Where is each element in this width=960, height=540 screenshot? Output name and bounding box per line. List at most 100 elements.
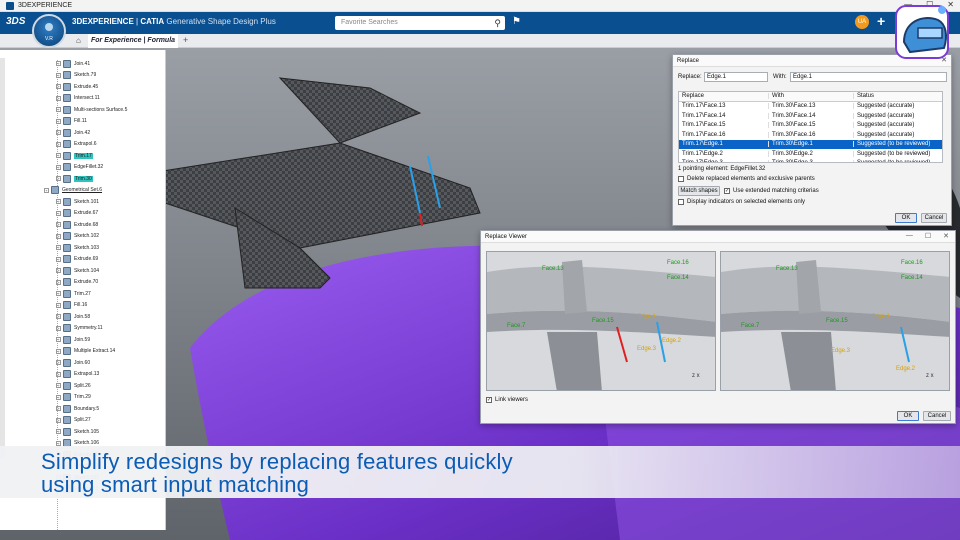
expand-icon[interactable]: + [56,233,61,239]
table-row[interactable]: Trim.17\Edge.3Trim.30\Edge.3Suggested (t… [679,159,942,162]
replace-field[interactable]: Edge.1 [704,72,768,82]
tree-item[interactable]: + Extrapol.13 [56,369,99,381]
expand-icon[interactable]: + [56,406,61,412]
column-header[interactable]: Replace [679,93,769,100]
checkbox-box[interactable] [678,199,684,205]
expand-icon[interactable]: + [56,291,61,297]
expand-icon[interactable]: + [56,245,61,251]
tree-item[interactable]: + Trim.29 [56,392,91,404]
tree-item[interactable]: + Extrude.67 [56,208,98,220]
tree-item[interactable]: + Split.27 [56,415,91,427]
table-row[interactable]: Trim.17\Face.16 Trim.30\Face.16 Suggested … [679,130,942,140]
expand-icon[interactable]: + [56,417,61,423]
tree-item[interactable]: + Geometrical Set.6 [44,185,102,197]
tree-scrollbar[interactable] [0,58,5,458]
expand-icon[interactable]: + [56,279,61,285]
home-icon[interactable]: ⌂ [76,36,81,45]
expand-icon[interactable]: + [56,72,61,78]
tree-item[interactable]: + Trim.17 [56,150,93,162]
tree-item[interactable]: + Extrude.45 [56,81,98,93]
tree-item[interactable]: + Join.42 [56,127,90,139]
column-header[interactable]: Status [854,93,942,99]
extended-matching-checkbox[interactable]: ✓ Use extended matching criterias [724,188,819,194]
user-avatar[interactable]: UA [855,15,869,29]
viewer-ok-button[interactable]: OK [897,411,919,421]
tree-item[interactable]: + Sketch.79 [56,70,96,82]
tree-item[interactable]: + Sketch.105 [56,426,99,438]
expand-icon[interactable]: + [56,176,61,182]
tree-item[interactable]: + Split.26 [56,380,91,392]
checkbox-box[interactable]: ✓ [724,188,730,194]
tree-item[interactable]: + Trim.30 [56,173,93,185]
expand-icon[interactable]: + [56,118,61,124]
expand-icon[interactable]: + [56,337,61,343]
with-field[interactable]: Edge.1 [790,72,947,82]
expand-icon[interactable]: + [56,222,61,228]
tree-item[interactable]: + Sketch.101 [56,196,99,208]
tree-item[interactable]: + Multiple Extract.14 [56,346,115,358]
expand-icon[interactable]: + [56,107,61,113]
table-row[interactable]: Trim.17\Face.14 Trim.30\Face.14 Suggested … [679,111,942,121]
tree-item[interactable]: + Sketch.104 [56,265,99,277]
search-icon[interactable]: ⚲ [494,16,501,30]
tree-item[interactable]: + Boundary.5 [56,403,99,415]
tree-item[interactable]: + Extrude.70 [56,277,98,289]
expand-icon[interactable]: + [56,302,61,308]
tree-item[interactable]: + Extrude.68 [56,219,98,231]
tag-icon[interactable]: ⚑ [512,16,521,27]
ok-button[interactable]: OK [895,213,917,223]
expand-icon[interactable]: + [56,95,61,101]
link-viewers-checkbox[interactable]: ✓ Link viewers [486,397,528,403]
expand-icon[interactable]: + [56,199,61,205]
checkbox-box[interactable] [678,176,684,182]
expand-icon[interactable]: + [56,429,61,435]
expand-icon[interactable]: + [56,440,61,446]
tree-item[interactable]: + Fill.11 [56,116,87,128]
delete-replaced-checkbox[interactable]: Delete replaced elements and exclusive p… [678,176,815,182]
display-indicators-checkbox[interactable]: Display indicators on selected elements … [678,199,805,205]
expand-icon[interactable]: + [56,314,61,320]
expand-icon[interactable]: + [56,371,61,377]
expand-icon[interactable]: + [56,130,61,136]
tree-item[interactable]: + Join.58 [56,311,90,323]
tree-item[interactable]: + Sketch.102 [56,231,99,243]
tree-item[interactable]: + Join.41 [56,58,90,70]
tree-item[interactable]: + Join.60 [56,357,90,369]
expand-icon[interactable]: + [56,256,61,262]
tree-item[interactable]: + Extrapol.6 [56,139,97,151]
tree-item[interactable]: + Fill.16 [56,300,87,312]
replace-table[interactable]: Replace With Status Trim.17\Face.13 Trim.… [678,91,943,163]
replacement-preview-pane[interactable]: Face.16 Face.14 Face.13 Face.15 Edge.1 F… [720,251,950,391]
expand-icon[interactable]: + [56,84,61,90]
expand-icon[interactable]: + [56,325,61,331]
expand-icon[interactable]: + [56,210,61,216]
close-icon[interactable]: ✕ [943,232,949,240]
compass-button[interactable]: V.R [32,14,66,48]
tree-item[interactable]: + Extrude.69 [56,254,98,266]
tree-item[interactable]: + Symmetry.11 [56,323,103,335]
table-row[interactable]: Trim.17\Face.13 Trim.30\Face.13 Suggested … [679,102,942,112]
checkbox-box[interactable]: ✓ [486,397,492,403]
viewer-cancel-button[interactable]: Cancel [923,411,951,421]
table-row[interactable]: Trim.17\Edge.2 Trim.30\Edge.2 Suggested (t… [679,149,942,159]
tab-formula[interactable]: For Experience | Formula C [88,34,178,58]
expand-icon[interactable]: + [56,164,61,170]
tree-item[interactable]: + Multi-sections Surface.5 [56,104,127,116]
expand-icon[interactable]: + [56,61,61,67]
expand-icon[interactable]: + [56,383,61,389]
tree-item[interactable]: + Sketch.103 [56,242,99,254]
tree-item[interactable]: + EdgeFillet.32 [56,162,103,174]
expand-icon[interactable]: + [44,187,49,193]
expand-icon[interactable]: + [56,360,61,366]
cancel-button[interactable]: Cancel [921,213,947,223]
expand-icon[interactable]: + [56,394,61,400]
table-row[interactable]: Trim.17\Face.15 Trim.30\Face.15 Suggested … [679,121,942,131]
tree-item[interactable]: + Trim.27 [56,288,91,300]
tree-item[interactable]: + Join.59 [56,334,90,346]
add-icon[interactable]: + [877,13,885,29]
table-row[interactable]: Trim.17\Edge.1 Trim.30\Edge.1 Suggested (t… [679,139,942,149]
match-shapes-button[interactable]: Match shapes [678,186,720,196]
expand-icon[interactable]: + [56,141,61,147]
add-tab-icon[interactable]: + [183,35,188,45]
expand-icon[interactable]: + [56,268,61,274]
